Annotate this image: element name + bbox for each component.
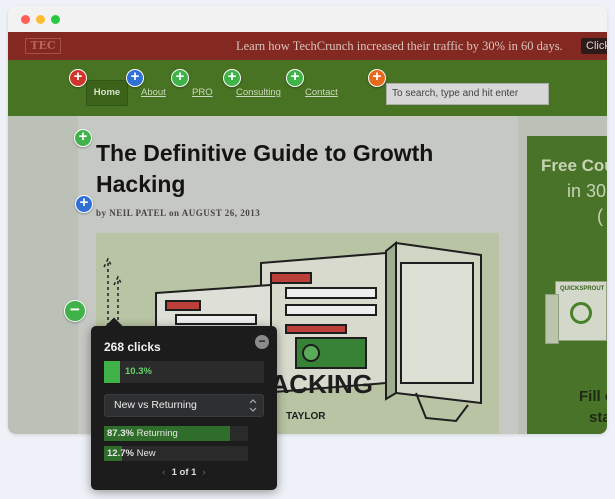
segment-row-returning: 87.3% Returning (104, 426, 248, 441)
click-percent-fill (104, 361, 120, 383)
close-window-dot[interactable] (21, 15, 30, 24)
pagination: ‹ 1 of 1 › (91, 467, 277, 478)
segment-label-new: New (136, 448, 156, 459)
segment-label-returning: Returning (136, 428, 178, 439)
click-marker-search[interactable]: + (368, 69, 386, 87)
click-marker-title[interactable]: + (74, 129, 92, 147)
segment-pct-new: 12.7% (107, 448, 134, 459)
window-titlebar (8, 6, 607, 32)
chevron-updown-icon (249, 395, 257, 424)
segment-select-value: New vs Returning (114, 399, 197, 411)
click-percent-bar: 10.3% (104, 361, 264, 383)
prev-page-icon[interactable]: ‹ (162, 467, 165, 478)
click-marker-pro[interactable]: + (171, 69, 189, 87)
maximize-window-dot[interactable] (51, 15, 60, 24)
click-marker-contact[interactable]: + (286, 69, 304, 87)
next-page-icon[interactable]: › (202, 467, 205, 478)
page-indicator: 1 of 1 (171, 467, 197, 478)
click-marker-byline[interactable]: + (75, 195, 93, 213)
click-marker-consulting[interactable]: + (223, 69, 241, 87)
click-marker-about[interactable]: + (126, 69, 144, 87)
segment-row-new: 12.7% New (104, 446, 248, 461)
segment-pct-returning: 87.3% (107, 428, 134, 439)
click-stats-popup: 268 clicks − 10.3% New vs Returning 87.3… (91, 317, 277, 490)
click-percent-label: 10.3% (125, 366, 152, 377)
collapse-popup-icon[interactable]: − (255, 335, 269, 349)
minimize-window-dot[interactable] (36, 15, 45, 24)
click-marker-hero-active[interactable]: − (64, 300, 86, 322)
segment-select[interactable]: New vs Returning (104, 394, 264, 417)
click-marker-logo[interactable]: + (69, 69, 87, 87)
click-count: 268 clicks (104, 340, 161, 354)
